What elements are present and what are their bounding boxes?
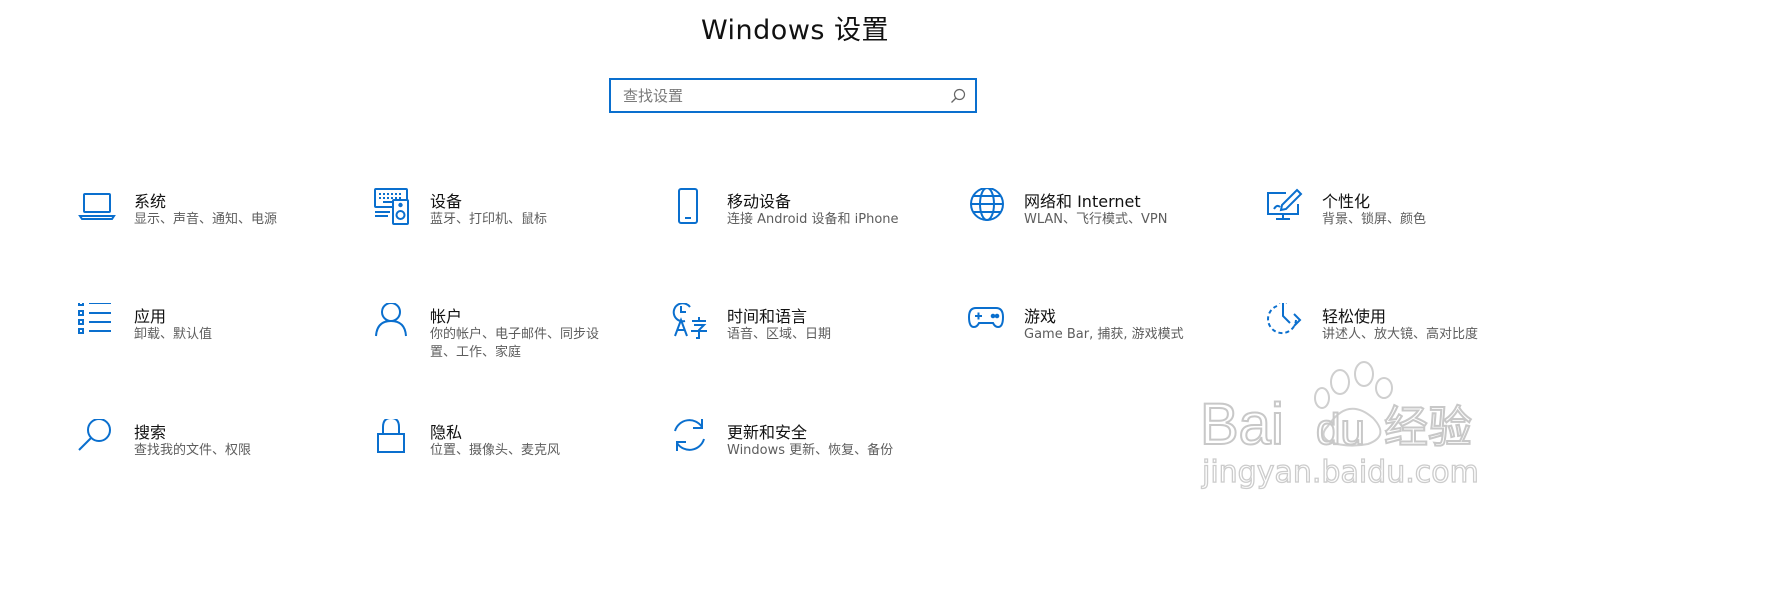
tile-privacy[interactable]: 隐私 位置、摄像头、麦克风	[374, 419, 654, 489]
tile-desc: Game Bar, 捕获, 游戏模式	[1024, 327, 1184, 342]
tile-name: 系统	[134, 192, 167, 211]
tile-search[interactable]: 搜索 查找我的文件、权限	[78, 419, 358, 489]
tile-ease-of-access[interactable]: 轻松使用 讲述人、放大镜、高对比度	[1266, 303, 1546, 373]
tile-accounts[interactable]: 帐户 你的帐户、电子邮件、同步设置、工作、家庭	[374, 303, 654, 373]
keyboard-speaker-icon	[374, 188, 414, 228]
ease-of-access-icon	[1266, 303, 1306, 343]
tile-desc: WLAN、飞行模式、VPN	[1024, 212, 1168, 227]
tile-name: 应用	[134, 307, 167, 326]
search-box[interactable]	[609, 78, 977, 113]
tile-personalization[interactable]: 个性化 背景、锁屏、颜色	[1266, 188, 1546, 258]
paintbrush-monitor-icon	[1266, 188, 1306, 228]
tile-devices[interactable]: 设备 蓝牙、打印机、鼠标	[374, 188, 654, 258]
tile-desc: 你的帐户、电子邮件、同步设置、工作、家庭	[430, 327, 600, 360]
clock-language-icon	[671, 303, 711, 343]
phone-icon	[671, 188, 711, 228]
tile-network[interactable]: 网络和 Internet WLAN、飞行模式、VPN	[968, 188, 1248, 258]
search-input[interactable]	[611, 80, 953, 111]
person-icon	[374, 303, 414, 343]
baidu-jingyan-watermark: Bai du 经验 jingyan.baidu.com	[1199, 361, 1479, 491]
search-icon[interactable]	[949, 87, 967, 105]
tile-name: 网络和 Internet	[1024, 192, 1141, 211]
tile-desc: 语音、区域、日期	[727, 327, 832, 342]
tile-time-language[interactable]: 时间和语言 语音、区域、日期	[671, 303, 951, 373]
tile-name: 轻松使用	[1322, 307, 1387, 326]
gamepad-icon	[968, 303, 1008, 343]
app-list-icon	[78, 303, 118, 343]
page-title: Windows 设置	[700, 15, 890, 46]
tile-name: 个性化	[1322, 192, 1371, 211]
tile-desc: 查找我的文件、权限	[134, 443, 252, 458]
laptop-icon	[78, 188, 118, 228]
tile-name: 更新和安全	[727, 423, 808, 442]
tile-name: 移动设备	[727, 192, 792, 211]
globe-icon	[968, 188, 1008, 228]
tile-desc: 讲述人、放大镜、高对比度	[1322, 327, 1479, 342]
tile-name: 帐户	[430, 307, 463, 326]
svg-text:du: du	[1316, 405, 1365, 454]
svg-text:Bai: Bai	[1200, 392, 1284, 457]
tile-desc: Windows 更新、恢复、备份	[727, 443, 894, 458]
svg-text:jingyan.baidu.com: jingyan.baidu.com	[1201, 455, 1479, 490]
tile-desc: 连接 Android 设备和 iPhone	[727, 212, 899, 227]
sync-arrows-icon	[671, 419, 711, 459]
tile-gaming[interactable]: 游戏 Game Bar, 捕获, 游戏模式	[968, 303, 1248, 373]
search-magnifier-icon	[78, 419, 118, 459]
settings-page: Windows 设置 系统 显示、声音、通知、电源	[0, 0, 1782, 596]
tile-update-security[interactable]: 更新和安全 Windows 更新、恢复、备份	[671, 419, 951, 489]
svg-text:经验: 经验	[1384, 402, 1472, 453]
tile-desc: 卸载、默认值	[134, 327, 213, 342]
tile-name: 搜索	[134, 423, 167, 442]
lock-icon	[374, 419, 414, 459]
tile-desc: 显示、声音、通知、电源	[134, 212, 278, 227]
tile-name: 隐私	[430, 423, 463, 442]
tile-name: 游戏	[1024, 307, 1057, 326]
tile-desc: 背景、锁屏、颜色	[1322, 212, 1427, 227]
tile-apps[interactable]: 应用 卸载、默认值	[78, 303, 358, 373]
tile-phone[interactable]: 移动设备 连接 Android 设备和 iPhone	[671, 188, 951, 258]
tile-desc: 位置、摄像头、麦克风	[430, 443, 561, 458]
tile-name: 时间和语言	[727, 307, 808, 326]
tile-system[interactable]: 系统 显示、声音、通知、电源	[78, 188, 358, 258]
tile-desc: 蓝牙、打印机、鼠标	[430, 212, 548, 227]
tile-name: 设备	[430, 192, 463, 211]
